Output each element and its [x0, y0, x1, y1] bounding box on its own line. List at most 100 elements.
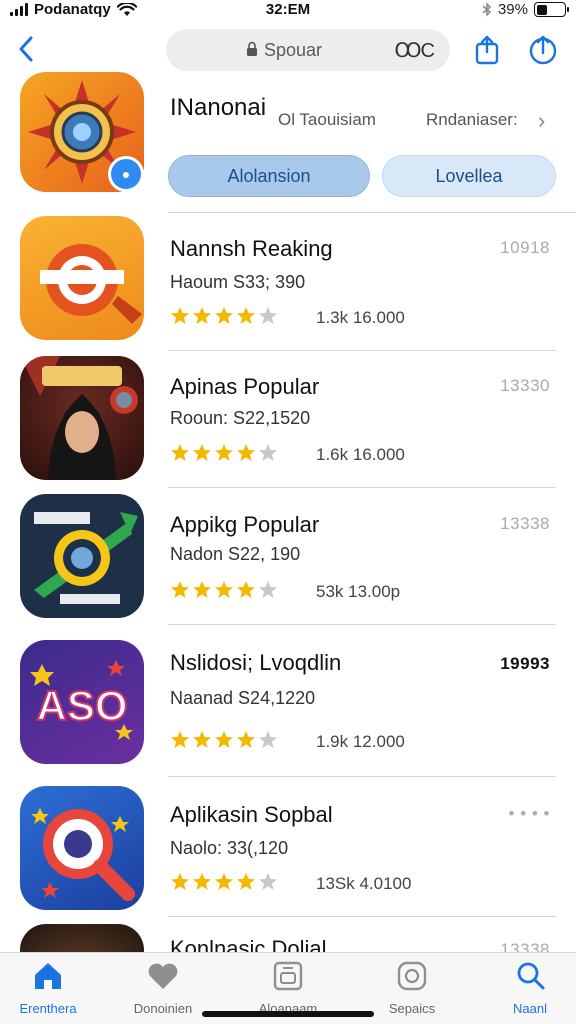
star-filled-icon — [237, 444, 255, 461]
star-filled-icon — [171, 444, 189, 461]
app-icon[interactable] — [20, 356, 144, 480]
navigation-bar: Spouar ꝎC — [0, 24, 576, 76]
address-search-bar[interactable]: Spouar ꝎC — [166, 29, 450, 71]
tab-account[interactable]: Sepaics — [364, 959, 460, 1016]
chevron-right-icon[interactable]: › — [538, 108, 545, 134]
app-rank: 13338 — [500, 514, 550, 533]
star-filled-icon — [237, 307, 255, 324]
tab-today[interactable]: Erenthera — [0, 959, 96, 1016]
app-icon[interactable] — [20, 216, 144, 340]
aso-logo-icon: ASO — [30, 660, 133, 740]
star-rating — [170, 580, 278, 600]
app-icon[interactable]: ASO — [20, 640, 144, 764]
app-rank: • • • • — [508, 804, 550, 823]
star-empty-icon — [259, 873, 277, 890]
star-empty-icon — [259, 731, 277, 748]
app-icon[interactable] — [20, 494, 144, 618]
compass-arrow-icon — [34, 512, 138, 604]
star-filled-icon — [193, 307, 211, 324]
star-rating — [170, 443, 278, 463]
rating-count: 1.3k 16.000 — [316, 308, 405, 327]
battery-fill — [536, 4, 548, 15]
home-icon — [35, 963, 61, 989]
heart-icon — [148, 963, 178, 989]
battery-icon — [534, 2, 569, 17]
star-filled-icon — [193, 731, 211, 748]
home-indicator — [202, 1011, 374, 1017]
star-empty-icon — [259, 581, 277, 598]
primary-action-button[interactable]: Alolansion — [168, 155, 370, 197]
bluetooth-icon — [482, 2, 492, 17]
app-name: Apinas Popular — [170, 374, 320, 399]
app-name: Nannsh Reaking — [170, 236, 333, 261]
download-icon[interactable] — [528, 34, 558, 66]
app-subtitle: Naanad S24,1220 — [170, 688, 316, 708]
divider — [168, 916, 556, 917]
status-bar: Podanatqy 32:EM 39% — [0, 0, 576, 22]
divider — [168, 624, 556, 625]
tab-label: Donoinien — [133, 1001, 193, 1016]
app-subtitle: Rooun: S22,1520 — [170, 408, 311, 428]
tab-apps[interactable]: Aloanaam — [240, 959, 336, 1016]
secondary-action-button[interactable]: Lovellea — [382, 155, 556, 197]
star-filled-icon — [215, 307, 233, 324]
star-filled-icon — [193, 581, 211, 598]
star-filled-icon — [171, 307, 189, 324]
chat-bubble-icon: ● — [111, 159, 141, 189]
rating-count: 53k 13.00p — [316, 582, 401, 601]
back-chevron-icon[interactable] — [14, 34, 40, 64]
star-filled-icon — [193, 873, 211, 890]
star-filled-icon — [193, 444, 211, 461]
magnifier-icon — [31, 808, 135, 901]
star-empty-icon — [259, 307, 277, 324]
reader-mode-icon[interactable]: ꝎC — [394, 38, 435, 63]
apps-icon — [273, 961, 303, 991]
star-filled-icon — [237, 873, 255, 890]
portrait-icon — [20, 356, 138, 480]
star-filled-icon — [215, 581, 233, 598]
star-filled-icon — [171, 731, 189, 748]
tab-label: Erenthera — [19, 1001, 77, 1016]
app-icon[interactable] — [20, 786, 144, 910]
battery-percent: 39% — [497, 1, 528, 18]
app-rank: 10918 — [500, 238, 550, 257]
app-name: Aplikasin Sopbal — [170, 802, 333, 827]
star-filled-icon — [237, 581, 255, 598]
star-filled-icon — [171, 873, 189, 890]
lock-icon — [247, 41, 257, 56]
app-subtitle: Nadon S22, 190 — [170, 544, 301, 564]
featured-app-title: INanonai — [170, 94, 267, 121]
star-filled-icon — [215, 731, 233, 748]
account-icon — [397, 961, 427, 991]
star-filled-icon — [215, 444, 233, 461]
svg-text:ASO: ASO — [36, 682, 127, 729]
divider — [168, 350, 556, 351]
divider — [168, 487, 556, 488]
featured-app-badge: ● — [108, 156, 144, 192]
star-filled-icon — [215, 873, 233, 890]
divider — [168, 212, 576, 213]
star-filled-icon — [171, 581, 189, 598]
rating-count: 13Sk 4.0100 — [316, 874, 412, 893]
search-text: Spouar — [264, 40, 323, 60]
star-rating — [170, 872, 278, 892]
status-right: 39% — [482, 1, 569, 18]
divider — [168, 776, 556, 777]
star-rating — [170, 730, 278, 750]
featured-app-meta-right[interactable]: Rndaniaser: — [426, 110, 518, 130]
rating-count: 1.6k 16.000 — [316, 445, 405, 464]
star-empty-icon — [259, 444, 277, 461]
tab-favorites[interactable]: Donoinien — [115, 959, 211, 1016]
search-icon — [517, 962, 545, 990]
app-rank: 19993 — [500, 654, 550, 673]
app-subtitle: Haoum S33; 390 — [170, 272, 306, 292]
headphones-icon — [40, 244, 142, 324]
tab-label: Naanl — [513, 1001, 547, 1016]
app-subtitle: Naolo: 33(,120 — [170, 838, 289, 858]
app-rank: 13330 — [500, 376, 550, 395]
tab-search[interactable]: Naanl — [482, 959, 576, 1016]
share-icon[interactable] — [472, 34, 502, 66]
featured-app-meta-left: Ol Taouisiam — [278, 110, 376, 129]
app-name: Appikg Popular — [170, 512, 320, 537]
tab-label: Sepaics — [388, 1001, 436, 1016]
